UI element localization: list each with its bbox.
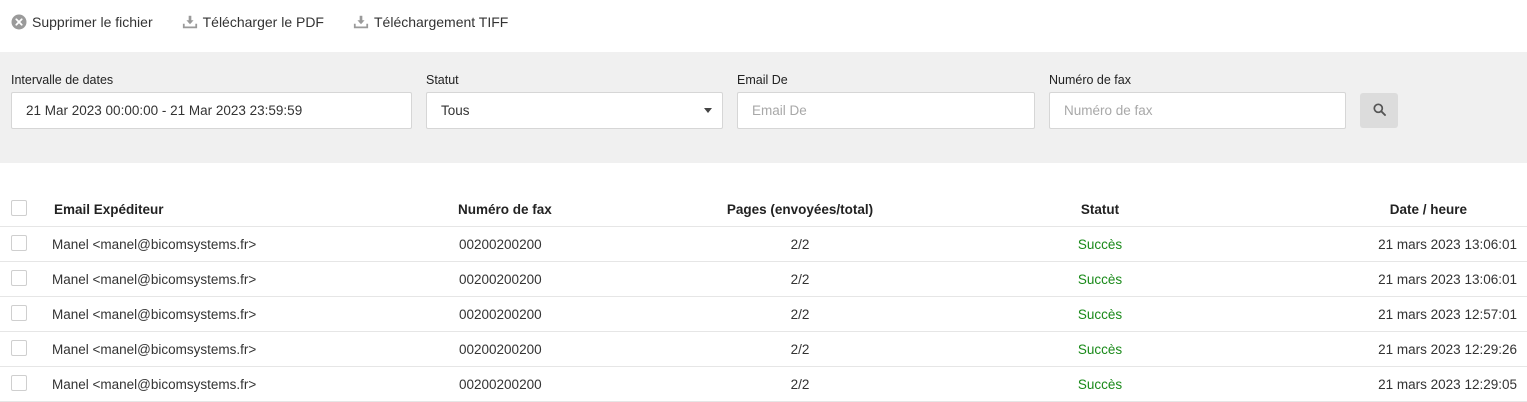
status-label: Statut xyxy=(426,73,459,87)
header-status[interactable]: Statut xyxy=(1050,192,1150,226)
row-fax: 00200200200 xyxy=(459,306,542,322)
row-date: 21 mars 2023 13:06:01 xyxy=(1378,236,1517,252)
header-date[interactable]: Date / heure xyxy=(1390,192,1467,226)
action-toolbar: Supprimer le fichier Télécharger le PDF … xyxy=(0,0,1527,44)
header-fax[interactable]: Numéro de fax xyxy=(458,192,552,226)
caret-down-icon xyxy=(704,108,712,113)
status-filter: Statut Tous xyxy=(426,72,723,129)
row-pages: 2/2 xyxy=(790,306,810,322)
row-checkbox[interactable] xyxy=(11,235,27,251)
circle-x-icon xyxy=(11,14,27,30)
download-pdf-label: Télécharger le PDF xyxy=(202,14,324,30)
email-from-filter: Email De xyxy=(737,72,1035,129)
status-select[interactable]: Tous xyxy=(426,92,723,129)
row-checkbox[interactable] xyxy=(11,305,27,321)
download-tiff-label: Téléchargement TIFF xyxy=(374,14,509,30)
table-header-row: Email Expéditeur Numéro de fax Pages (en… xyxy=(0,192,1527,227)
delete-file-label: Supprimer le fichier xyxy=(32,14,153,30)
search-button[interactable] xyxy=(1360,93,1398,128)
table-row[interactable]: Manel <manel@bicomsystems.fr> 0020020020… xyxy=(0,367,1527,402)
row-email: Manel <manel@bicomsystems.fr> xyxy=(52,376,257,392)
row-date: 21 mars 2023 12:29:05 xyxy=(1378,376,1517,392)
download-pdf-button[interactable]: Télécharger le PDF xyxy=(182,10,324,34)
date-range-input[interactable]: 21 Mar 2023 00:00:00 - 21 Mar 2023 23:59… xyxy=(11,92,412,129)
row-email: Manel <manel@bicomsystems.fr> xyxy=(52,306,257,322)
search-icon xyxy=(1372,102,1386,119)
select-all-checkbox[interactable] xyxy=(11,200,27,216)
delete-file-button[interactable]: Supprimer le fichier xyxy=(11,10,153,34)
date-range-filter: Intervalle de dates 21 Mar 2023 00:00:00… xyxy=(11,72,412,129)
row-email: Manel <manel@bicomsystems.fr> xyxy=(52,341,257,357)
table-row[interactable]: Manel <manel@bicomsystems.fr> 0020020020… xyxy=(0,227,1527,262)
download-icon xyxy=(353,14,369,30)
row-checkbox[interactable] xyxy=(11,375,27,391)
row-pages: 2/2 xyxy=(790,376,810,392)
row-email: Manel <manel@bicomsystems.fr> xyxy=(52,236,257,252)
fax-table: Email Expéditeur Numéro de fax Pages (en… xyxy=(0,192,1527,402)
download-tiff-button[interactable]: Téléchargement TIFF xyxy=(353,10,508,34)
email-from-label: Email De xyxy=(737,73,788,87)
row-checkbox[interactable] xyxy=(11,340,27,356)
fax-number-label: Numéro de fax xyxy=(1049,73,1131,87)
download-icon xyxy=(182,14,198,30)
row-fax: 00200200200 xyxy=(459,376,542,392)
status-badge: Succès xyxy=(1077,236,1123,252)
row-pages: 2/2 xyxy=(790,341,810,357)
row-fax: 00200200200 xyxy=(459,236,542,252)
header-pages[interactable]: Pages (envoyées/total) xyxy=(700,192,900,226)
row-date: 21 mars 2023 12:57:01 xyxy=(1378,306,1517,322)
row-date: 21 mars 2023 12:29:26 xyxy=(1378,341,1517,357)
table-row[interactable]: Manel <manel@bicomsystems.fr> 0020020020… xyxy=(0,262,1527,297)
header-email[interactable]: Email Expéditeur xyxy=(54,192,164,226)
row-checkbox[interactable] xyxy=(11,270,27,286)
row-pages: 2/2 xyxy=(790,236,810,252)
fax-number-input[interactable] xyxy=(1049,92,1346,129)
row-fax: 00200200200 xyxy=(459,271,542,287)
email-from-input[interactable] xyxy=(737,92,1035,129)
row-email: Manel <manel@bicomsystems.fr> xyxy=(52,271,257,287)
table-row[interactable]: Manel <manel@bicomsystems.fr> 0020020020… xyxy=(0,332,1527,367)
status-select-value: Tous xyxy=(426,92,723,129)
row-pages: 2/2 xyxy=(790,271,810,287)
status-badge: Succès xyxy=(1077,306,1123,322)
table-row[interactable]: Manel <manel@bicomsystems.fr> 0020020020… xyxy=(0,297,1527,332)
fax-number-filter: Numéro de fax xyxy=(1049,72,1346,129)
row-date: 21 mars 2023 13:06:01 xyxy=(1378,271,1517,287)
status-badge: Succès xyxy=(1077,376,1123,392)
row-fax: 00200200200 xyxy=(459,341,542,357)
status-badge: Succès xyxy=(1077,271,1123,287)
status-badge: Succès xyxy=(1077,341,1123,357)
date-range-label: Intervalle de dates xyxy=(11,73,114,87)
filter-panel: Intervalle de dates 21 Mar 2023 00:00:00… xyxy=(0,52,1527,163)
